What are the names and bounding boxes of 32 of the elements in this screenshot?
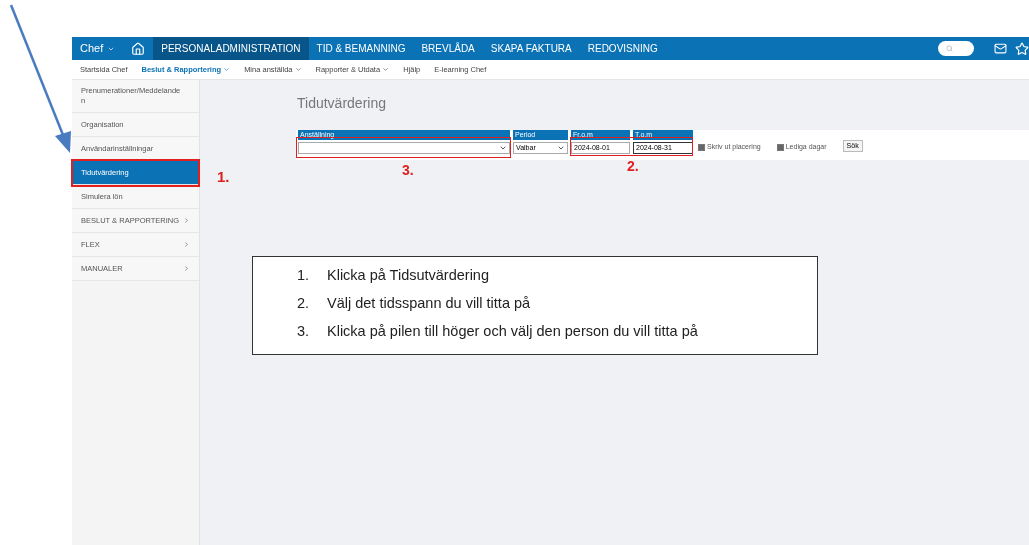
step-text: Klicka på Tidsutvärdering [327, 266, 489, 285]
callout-number: 2. [627, 157, 639, 176]
caret-icon [294, 66, 302, 73]
home-icon [131, 41, 146, 56]
chevron-icon [183, 241, 190, 248]
caret-icon [557, 144, 565, 152]
top-nav-tab[interactable]: TID & BEMANNING [308, 37, 414, 60]
caret-icon [382, 66, 390, 73]
top-nav-tab[interactable]: BREVLÅDA [413, 37, 483, 60]
search-field[interactable] [938, 41, 974, 56]
arrow-icon [8, 3, 74, 155]
checkbox[interactable] [776, 143, 784, 151]
mail-icon [994, 42, 1007, 55]
step-text: Välj det tidsspann du vill titta på [327, 293, 531, 313]
page-title: Tidutvärdering [296, 94, 386, 113]
role-menu[interactable]: Chef [72, 37, 124, 60]
callout-number: 3. [402, 161, 414, 180]
callout-number: 1. [217, 167, 230, 187]
step-number: 3. [297, 321, 311, 341]
chevron-icon [183, 265, 190, 272]
caret-icon [223, 66, 231, 73]
step-number: 1. [297, 266, 311, 285]
caret-icon [499, 144, 507, 152]
step-number: 2. [297, 293, 311, 313]
top-nav-tab[interactable]: REDOVISNING [579, 37, 666, 60]
checkbox[interactable] [698, 143, 705, 151]
top-nav-tab[interactable]: PERSONALADMINISTRATION [153, 37, 309, 60]
star-icon [1015, 41, 1029, 56]
search-icon [946, 45, 953, 52]
step-text: Klicka på pilen till höger och välj den person du vill titta på [327, 321, 698, 341]
top-nav-tab[interactable]: SKAPA FAKTURA [482, 37, 580, 60]
chevron-icon [183, 217, 190, 224]
